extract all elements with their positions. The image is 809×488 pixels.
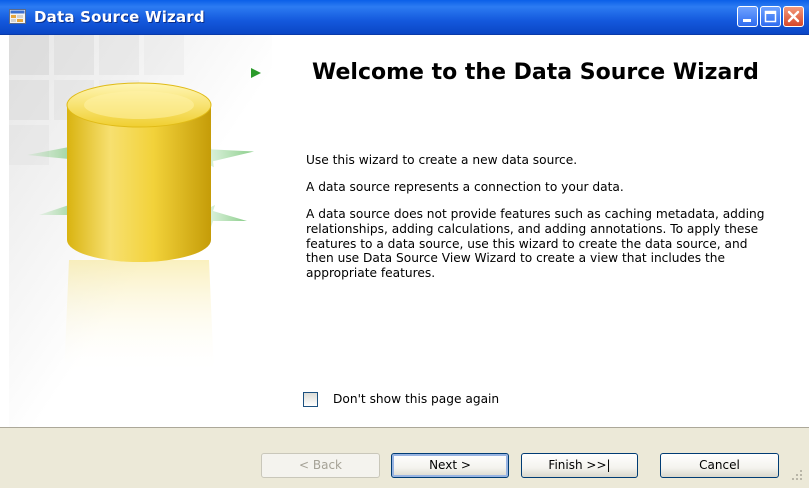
data-source-app-icon[interactable] xyxy=(9,9,26,24)
maximize-button[interactable] xyxy=(760,6,781,27)
resize-grip-icon[interactable] xyxy=(790,468,804,482)
title-bar[interactable]: Data Source Wizard xyxy=(0,0,809,35)
window-title: Data Source Wizard xyxy=(34,8,205,26)
page-title: Welcome to the Data Source Wizard xyxy=(312,60,759,85)
maximize-icon xyxy=(764,10,777,23)
next-button[interactable]: Next > xyxy=(391,453,509,478)
dont-show-again-checkbox[interactable] xyxy=(303,392,318,407)
dont-show-again-label[interactable]: Don't show this page again xyxy=(333,392,499,406)
definition-paragraph: A data source represents a connection to… xyxy=(306,180,624,194)
cancel-button[interactable]: Cancel xyxy=(660,453,779,478)
minimize-icon xyxy=(743,19,751,22)
finish-button[interactable]: Finish >>| xyxy=(521,453,638,478)
data-source-wizard-window: Data Source Wizard Welcome to the Data S… xyxy=(0,0,809,488)
close-icon xyxy=(787,10,800,23)
back-button[interactable]: < Back xyxy=(261,453,380,478)
play-arrow-icon xyxy=(251,68,261,78)
wizard-content: Welcome to the Data Source Wizard Use th… xyxy=(0,35,809,427)
close-button[interactable] xyxy=(783,6,804,27)
wizard-banner-image xyxy=(9,35,272,427)
features-paragraph: A data source does not provide features … xyxy=(306,207,765,281)
intro-paragraph: Use this wizard to create a new data sou… xyxy=(306,153,578,167)
minimize-button[interactable] xyxy=(737,6,758,27)
